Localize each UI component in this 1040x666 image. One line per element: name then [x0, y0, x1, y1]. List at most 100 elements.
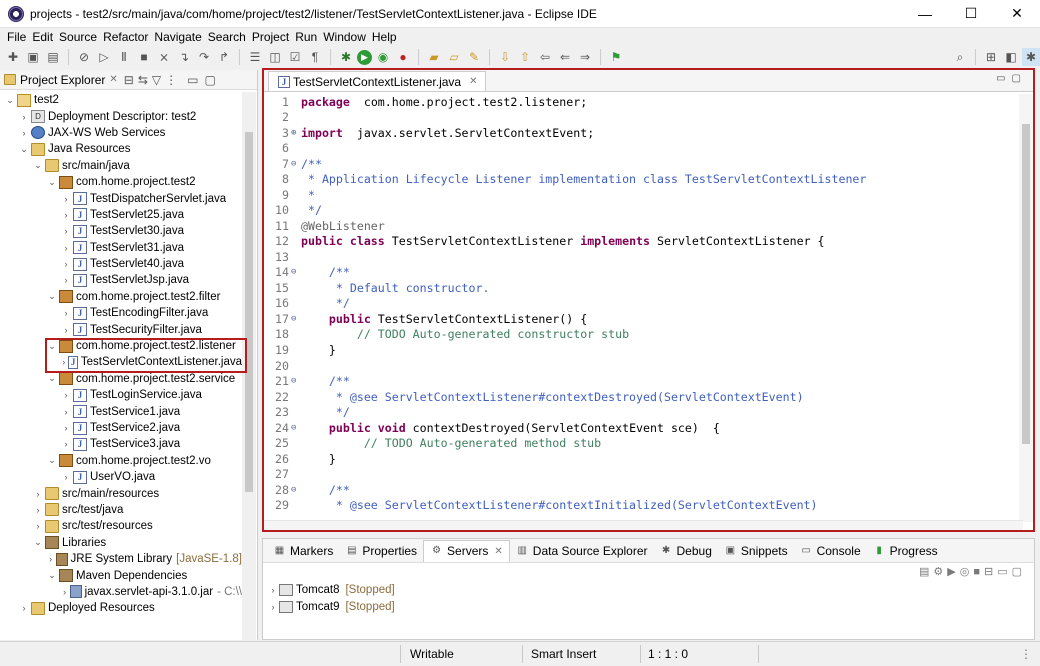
run-icon[interactable]: ▶ [357, 49, 372, 65]
save-all-icon[interactable]: ▤ [44, 48, 62, 66]
code-line[interactable]: 16 */ [264, 296, 1009, 312]
tree-item[interactable]: › J TestServlet30.java [0, 223, 242, 239]
tree-item[interactable]: ⌄ src/main/java [0, 158, 242, 174]
code-line[interactable]: 14 ⊖ /** [264, 265, 1009, 281]
code-line[interactable]: 12 public class TestServletContextListene… [264, 234, 1009, 250]
expanded-chevron-icon[interactable]: ⌄ [32, 160, 44, 171]
maximize-button[interactable]: ☐ [948, 0, 994, 28]
code-line[interactable]: 29 * @see ServletContextListener#context… [264, 497, 1009, 513]
tree-item[interactable]: › JAX-WS Web Services [0, 125, 242, 141]
collapsed-chevron-icon[interactable]: › [60, 259, 72, 269]
open-folder-icon[interactable]: ▱ [445, 48, 463, 66]
forward-icon[interactable]: ⇒ [576, 48, 594, 66]
paragraph-icon[interactable]: ¶ [306, 48, 324, 66]
close-icon[interactable]: ✕ [494, 546, 502, 557]
filter-icon[interactable]: ▽ [152, 73, 161, 87]
code-line[interactable]: 8 * Application Lifecycle Listener imple… [264, 172, 1009, 188]
tree-item[interactable]: › D Deployment Descriptor: test2 [0, 108, 242, 124]
code-line[interactable]: 11 @WebListener [264, 218, 1009, 234]
expanded-chevron-icon[interactable]: ⌄ [18, 144, 30, 155]
code-line[interactable]: 7 ⊖/** [264, 156, 1009, 172]
server-row[interactable]: › Tomcat8 [Stopped] [267, 581, 395, 598]
collapse-all-icon[interactable]: ⊟ [124, 73, 134, 87]
tab-properties[interactable]: ▤ Properties [339, 540, 423, 562]
code-line[interactable]: 21 ⊖ /** [264, 373, 1009, 389]
tree-item[interactable]: › J TestSecurityFilter.java [0, 321, 242, 337]
code-line[interactable]: 20 [264, 358, 1009, 374]
disconnect-icon[interactable]: ⨯ [155, 48, 173, 66]
servers-toolbar[interactable]: ▤⚙▶◎■⊟▭▢ [919, 565, 1026, 578]
code-line[interactable]: 28 ⊖ /** [264, 482, 1009, 498]
code-line[interactable]: 6 [264, 141, 1009, 157]
tree-item[interactable]: ⌄ com.home.project.test2.filter [0, 289, 242, 305]
save-icon[interactable]: ▣ [24, 48, 42, 66]
close-icon[interactable]: ✕ [109, 74, 117, 85]
collapsed-chevron-icon[interactable]: › [60, 308, 72, 318]
editor-tab[interactable]: J TestServletContextListener.java ✕ [268, 71, 487, 91]
coverage-icon[interactable]: ◉ [374, 48, 392, 66]
tree-item[interactable]: › J TestEncodingFilter.java [0, 305, 242, 321]
resume-icon[interactable]: ▷ [95, 48, 113, 66]
code-line[interactable]: 13 [264, 249, 1009, 265]
menu-refactor[interactable]: Refactor [100, 30, 151, 44]
collapsed-chevron-icon[interactable]: › [60, 325, 72, 335]
debug-icon[interactable]: ✱ [337, 48, 355, 66]
menu-search[interactable]: Search [205, 30, 249, 44]
code-line[interactable]: 24 ⊖ public void contextDestroyed(Servlet… [264, 420, 1009, 436]
tab-console[interactable]: ▭ Console [794, 540, 867, 562]
code-line[interactable]: 25 // TODO Auto-generated method stub [264, 435, 1009, 451]
collapsed-chevron-icon[interactable]: › [60, 194, 72, 204]
menu-edit[interactable]: Edit [29, 30, 56, 44]
tree-item[interactable]: › J TestLoginService.java [0, 387, 242, 403]
tree-item[interactable]: ⌄ Libraries [0, 535, 242, 551]
new-icon[interactable]: ✚ [4, 48, 22, 66]
tree-item[interactable]: ⌄ Java Resources [0, 141, 242, 157]
expanded-chevron-icon[interactable]: ⌄ [32, 537, 44, 548]
minimize-button[interactable]: — [902, 0, 948, 28]
code-line[interactable]: 19 } [264, 342, 1009, 358]
task-icon[interactable]: ☑ [286, 48, 304, 66]
collapsed-chevron-icon[interactable]: › [60, 439, 72, 449]
tree-item[interactable]: › J UserVO.java [0, 469, 242, 485]
collapsed-chevron-icon[interactable]: › [60, 587, 69, 597]
tree-item[interactable]: ⌄ com.home.project.test2.vo [0, 453, 242, 469]
expanded-chevron-icon[interactable]: ⌄ [46, 373, 58, 384]
tab-data-source-explorer[interactable]: ▥ Data Source Explorer [510, 540, 654, 562]
tree-item[interactable]: ⌄ com.home.project.test2.service [0, 371, 242, 387]
code-area[interactable]: 1 package com.home.project.test2.listener… [264, 94, 1009, 522]
menu-file[interactable]: File [4, 30, 29, 44]
code-line[interactable]: 23 */ [264, 404, 1009, 420]
tree-item[interactable]: › J TestServlet25.java [0, 207, 242, 223]
external-tools-icon[interactable]: ● [394, 48, 412, 66]
fold-icon[interactable]: ⊖ [291, 376, 299, 386]
expanded-chevron-icon[interactable]: ⌄ [46, 570, 58, 581]
expanded-chevron-icon[interactable]: ⌄ [46, 455, 58, 466]
tab-servers[interactable]: ⚙ Servers ✕ [423, 539, 510, 562]
tree-item[interactable]: ⌄ com.home.project.test2 [0, 174, 242, 190]
tree-item[interactable]: › J TestService1.java [0, 403, 242, 419]
editor-scrollbar-thumb[interactable] [1022, 124, 1030, 444]
tree-item[interactable]: › J TestService2.java [0, 420, 242, 436]
fold-icon[interactable]: ⊖ [291, 314, 299, 324]
fold-icon[interactable]: ⊕ [291, 128, 299, 138]
collapsed-chevron-icon[interactable]: › [32, 521, 44, 531]
collapsed-chevron-icon[interactable]: › [60, 407, 72, 417]
step-over-icon[interactable]: ↷ [195, 48, 213, 66]
collapsed-chevron-icon[interactable]: › [60, 275, 72, 285]
collapsed-chevron-icon[interactable]: › [46, 554, 55, 564]
status-more-icon[interactable]: ⋮ [1020, 647, 1032, 661]
tab-progress[interactable]: ▮ Progress [867, 540, 944, 562]
code-line[interactable]: 17 ⊖ public TestServletContextListener() … [264, 311, 1009, 327]
tree-item[interactable]: › JRE System Library [JavaSE-1.8] [0, 551, 242, 567]
code-line[interactable]: 3 ⊕ import javax.servlet.ServletContextEve… [264, 125, 1009, 141]
explorer-scrollbar-thumb[interactable] [245, 132, 253, 492]
menu-window[interactable]: Window [320, 30, 369, 44]
editor-minmax-icon[interactable]: ▭▢ [996, 73, 1027, 84]
java-ee-perspective-icon[interactable]: ◧ [1002, 48, 1020, 66]
code-line[interactable]: 18 // TODO Auto-generated constructor st… [264, 327, 1009, 343]
maximize-view-icon[interactable]: ▢ [204, 73, 215, 87]
collapsed-chevron-icon[interactable]: › [60, 210, 72, 220]
menu-run[interactable]: Run [292, 30, 320, 44]
tree-item[interactable]: ⌄ Maven Dependencies [0, 567, 242, 583]
step-into-icon[interactable]: ↴ [175, 48, 193, 66]
